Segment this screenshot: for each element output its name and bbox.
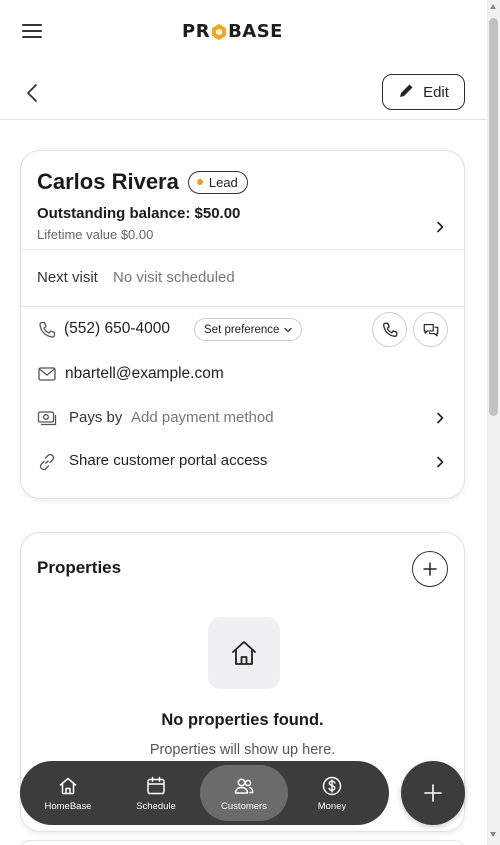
vertical-scrollbar[interactable] xyxy=(487,0,500,845)
dollar-icon xyxy=(322,776,342,795)
calendar-icon xyxy=(147,776,165,794)
call-button[interactable] xyxy=(372,312,407,347)
properties-title: Properties xyxy=(37,558,122,577)
lifetime-value: Lifetime value $0.00 xyxy=(37,227,154,242)
phone-row: (552) 650-4000 Set preference xyxy=(21,307,464,351)
outstanding-balance: Outstanding balance: $50.00 xyxy=(37,205,241,222)
back-arrow-icon[interactable] xyxy=(24,82,42,104)
email-row: nbartell@example.com xyxy=(21,351,464,395)
menu-icon[interactable] xyxy=(22,24,42,40)
scroll-down-arrow-icon[interactable] xyxy=(490,832,496,837)
payment-method-row[interactable]: Pays by Add payment method xyxy=(21,395,464,439)
users-icon xyxy=(234,778,254,794)
probase-logo: PR BASE xyxy=(182,21,283,42)
logo-hexagon-icon xyxy=(211,23,227,41)
portal-access-row[interactable]: Share customer portal access xyxy=(21,439,464,483)
phone-icon xyxy=(382,322,397,337)
empty-properties-illustration xyxy=(208,617,280,689)
next-visit-label: Next visit xyxy=(37,269,98,286)
message-button[interactable] xyxy=(413,312,448,347)
chevron-down-icon xyxy=(284,324,293,336)
plus-icon xyxy=(423,562,437,576)
share-portal-label: Share customer portal access xyxy=(69,452,268,469)
phone-icon xyxy=(37,320,57,340)
edit-button[interactable]: Edit xyxy=(382,74,465,110)
next-visit-row: Next visit No visit scheduled xyxy=(21,250,464,307)
phone-number[interactable]: (552) 650-4000 xyxy=(64,320,170,338)
nav-item-customers[interactable]: Customers xyxy=(200,765,288,821)
chevron-right-icon xyxy=(436,455,444,468)
add-property-button[interactable] xyxy=(412,551,448,587)
balance-row[interactable]: Outstanding balance: $50.00 Lifetime val… xyxy=(21,203,464,250)
nav-item-schedule[interactable]: Schedule xyxy=(112,765,200,821)
bottom-navigation: HomeBase Schedule Customers Money xyxy=(20,761,389,825)
cash-icon xyxy=(37,409,57,429)
set-preference-button[interactable]: Set preference xyxy=(194,318,303,341)
chat-bubbles-icon xyxy=(423,323,438,336)
link-icon xyxy=(37,452,57,472)
scrollbar-thumb[interactable] xyxy=(489,18,498,416)
create-fab-button[interactable] xyxy=(401,761,465,825)
pays-by-label: Pays by xyxy=(69,409,123,426)
customer-name: Carlos Rivera xyxy=(37,169,179,194)
nav-item-homebase[interactable]: HomeBase xyxy=(24,765,112,821)
chevron-right-icon xyxy=(436,220,444,233)
email-address[interactable]: nbartell@example.com xyxy=(65,365,224,383)
home-icon xyxy=(59,777,77,794)
chevron-right-icon xyxy=(436,411,444,424)
add-payment-method-link[interactable]: Add payment method xyxy=(131,409,274,426)
empty-state-subtitle: Properties will show up here. xyxy=(149,742,336,758)
customer-card: Carlos Rivera Lead Outstanding balance: … xyxy=(20,150,465,499)
nav-item-money[interactable]: Money xyxy=(288,765,376,821)
empty-state-title: No properties found. xyxy=(161,711,324,729)
lead-status-dot xyxy=(196,179,203,185)
status-badge: Lead xyxy=(187,170,248,194)
next-visit-value: No visit scheduled xyxy=(113,269,235,286)
plus-icon xyxy=(424,784,442,802)
next-card-edge xyxy=(20,840,465,845)
house-icon xyxy=(232,641,256,665)
mail-icon xyxy=(37,365,57,385)
scroll-up-arrow-icon[interactable] xyxy=(490,4,496,9)
pencil-icon xyxy=(398,82,415,103)
top-bar: PR BASE xyxy=(0,0,487,62)
page-header: Edit xyxy=(0,62,487,120)
